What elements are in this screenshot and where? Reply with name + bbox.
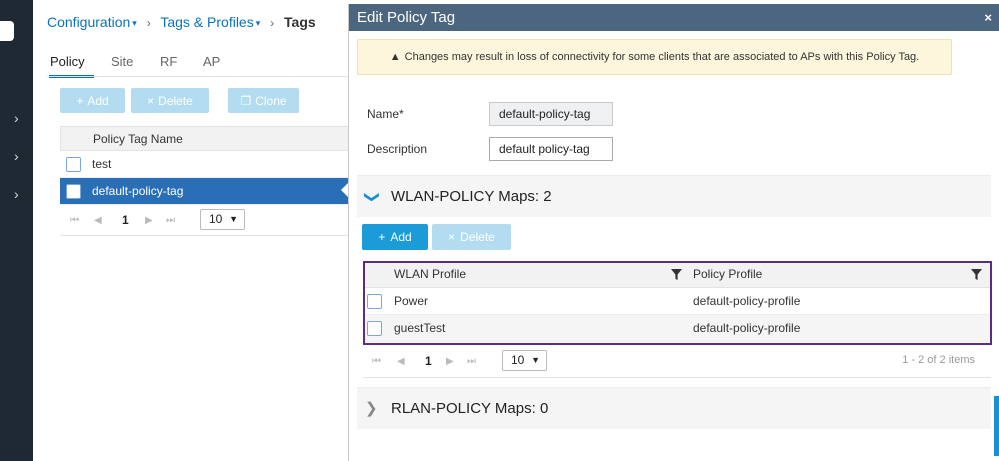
breadcrumb-current: Tags [284, 14, 316, 30]
first-page-icon[interactable]: ⏮ [372, 356, 381, 367]
tab-site[interactable]: Site [111, 54, 133, 69]
tab-divider [47, 76, 348, 77]
warning-text: Changes may result in loss of connectivi… [404, 51, 920, 63]
prev-page-icon[interactable]: ◀ [94, 215, 102, 226]
next-page-icon[interactable]: ▶ [145, 215, 153, 226]
description-label: Description [367, 142, 428, 156]
last-page-icon[interactable]: ⏭ [467, 356, 476, 367]
item-count: 1 - 2 of 2 items [902, 354, 975, 366]
plus-icon: + [76, 93, 84, 108]
dialog-title: Edit Policy Tag [357, 9, 456, 26]
add-button[interactable]: + Add [60, 88, 125, 113]
rlan-policy-section-title: RLAN-POLICY Maps: 0 [391, 400, 549, 417]
prev-page-icon[interactable]: ◀ [397, 356, 405, 367]
chevron-right-icon[interactable]: › [14, 187, 19, 201]
name-label: Name* [367, 107, 404, 121]
delete-button[interactable]: × Delete [131, 88, 209, 113]
wlan-policy-section-title: WLAN-POLICY Maps: 2 [391, 188, 552, 205]
wlan-policy-section-header[interactable]: ❯ WLAN-POLICY Maps: 2 [357, 175, 991, 217]
last-page-icon[interactable]: ⏭ [166, 215, 175, 226]
warning-icon: ▲ [389, 51, 401, 63]
table-row[interactable]: test [60, 151, 350, 178]
highlight-box [363, 261, 992, 345]
close-icon: × [448, 230, 456, 244]
tab-rf[interactable]: RF [160, 54, 177, 69]
chevron-right-icon[interactable]: › [14, 111, 19, 125]
first-page-icon[interactable]: ⏮ [70, 215, 79, 226]
current-page: 1 [122, 213, 129, 227]
edit-policy-tag-dialog: Edit Policy Tag × ▲ Changes may result in… [348, 4, 999, 461]
chevron-down-icon: ❯ [363, 190, 381, 204]
chevron-right-icon: ❯ [365, 400, 378, 417]
page-size-select[interactable]: 10 ▼ [200, 209, 245, 230]
clone-button[interactable]: ❐ Clone [228, 88, 299, 113]
table-row-selected[interactable]: default-policy-tag [60, 178, 350, 205]
rail-menu-button[interactable] [0, 21, 14, 41]
copy-icon: ❐ [240, 93, 252, 108]
row-checkbox[interactable] [66, 157, 81, 172]
chevron-right-icon[interactable]: › [14, 149, 19, 163]
description-field[interactable]: default policy-tag [489, 137, 613, 161]
breadcrumb: Configuration ▾ › Tags & Profiles ▾ › Tags [47, 14, 316, 30]
row-checkbox[interactable] [66, 184, 81, 199]
tab-ap[interactable]: AP [203, 54, 220, 69]
current-page: 1 [425, 354, 432, 368]
warning-banner: ▲ Changes may result in loss of connectiv… [357, 39, 952, 75]
breadcrumb-configuration[interactable]: Configuration ▾ [47, 14, 137, 30]
tags-page: Configuration ▾ › Tags & Profiles ▾ › Tags… [33, 0, 350, 461]
close-icon[interactable]: × [984, 4, 992, 31]
next-page-icon[interactable]: ▶ [446, 356, 454, 367]
pagination: ⏮ ◀ 1 ▶ ⏭ 10 ▼ [60, 206, 350, 236]
caret-down-icon: ▼ [229, 214, 238, 224]
caret-down-icon: ▼ [531, 355, 540, 365]
name-field: default-policy-tag [489, 102, 613, 126]
add-wlan-button[interactable]: + Add [362, 224, 428, 250]
page-size-select[interactable]: 10 ▼ [502, 350, 547, 371]
delete-wlan-button[interactable]: × Delete [432, 224, 511, 250]
close-icon: × [147, 93, 155, 108]
policy-tag-table: Policy Tag Name test default-policy-tag [60, 126, 350, 205]
plus-icon: + [378, 230, 386, 244]
rlan-policy-section-header[interactable]: ❯ RLAN-POLICY Maps: 0 [357, 387, 991, 429]
column-header-policy-tag-name[interactable]: Policy Tag Name [60, 126, 350, 151]
scrollbar-thumb[interactable] [994, 396, 999, 456]
wlan-pagination: ⏮ ◀ 1 ▶ ⏭ 10 ▼ 1 - 2 of 2 items [363, 346, 991, 378]
tab-policy[interactable]: Policy [50, 54, 85, 69]
dialog-header: Edit Policy Tag × [349, 4, 999, 31]
breadcrumb-tags-profiles[interactable]: Tags & Profiles ▾ [160, 14, 260, 30]
nav-rail: › › › [0, 0, 33, 461]
